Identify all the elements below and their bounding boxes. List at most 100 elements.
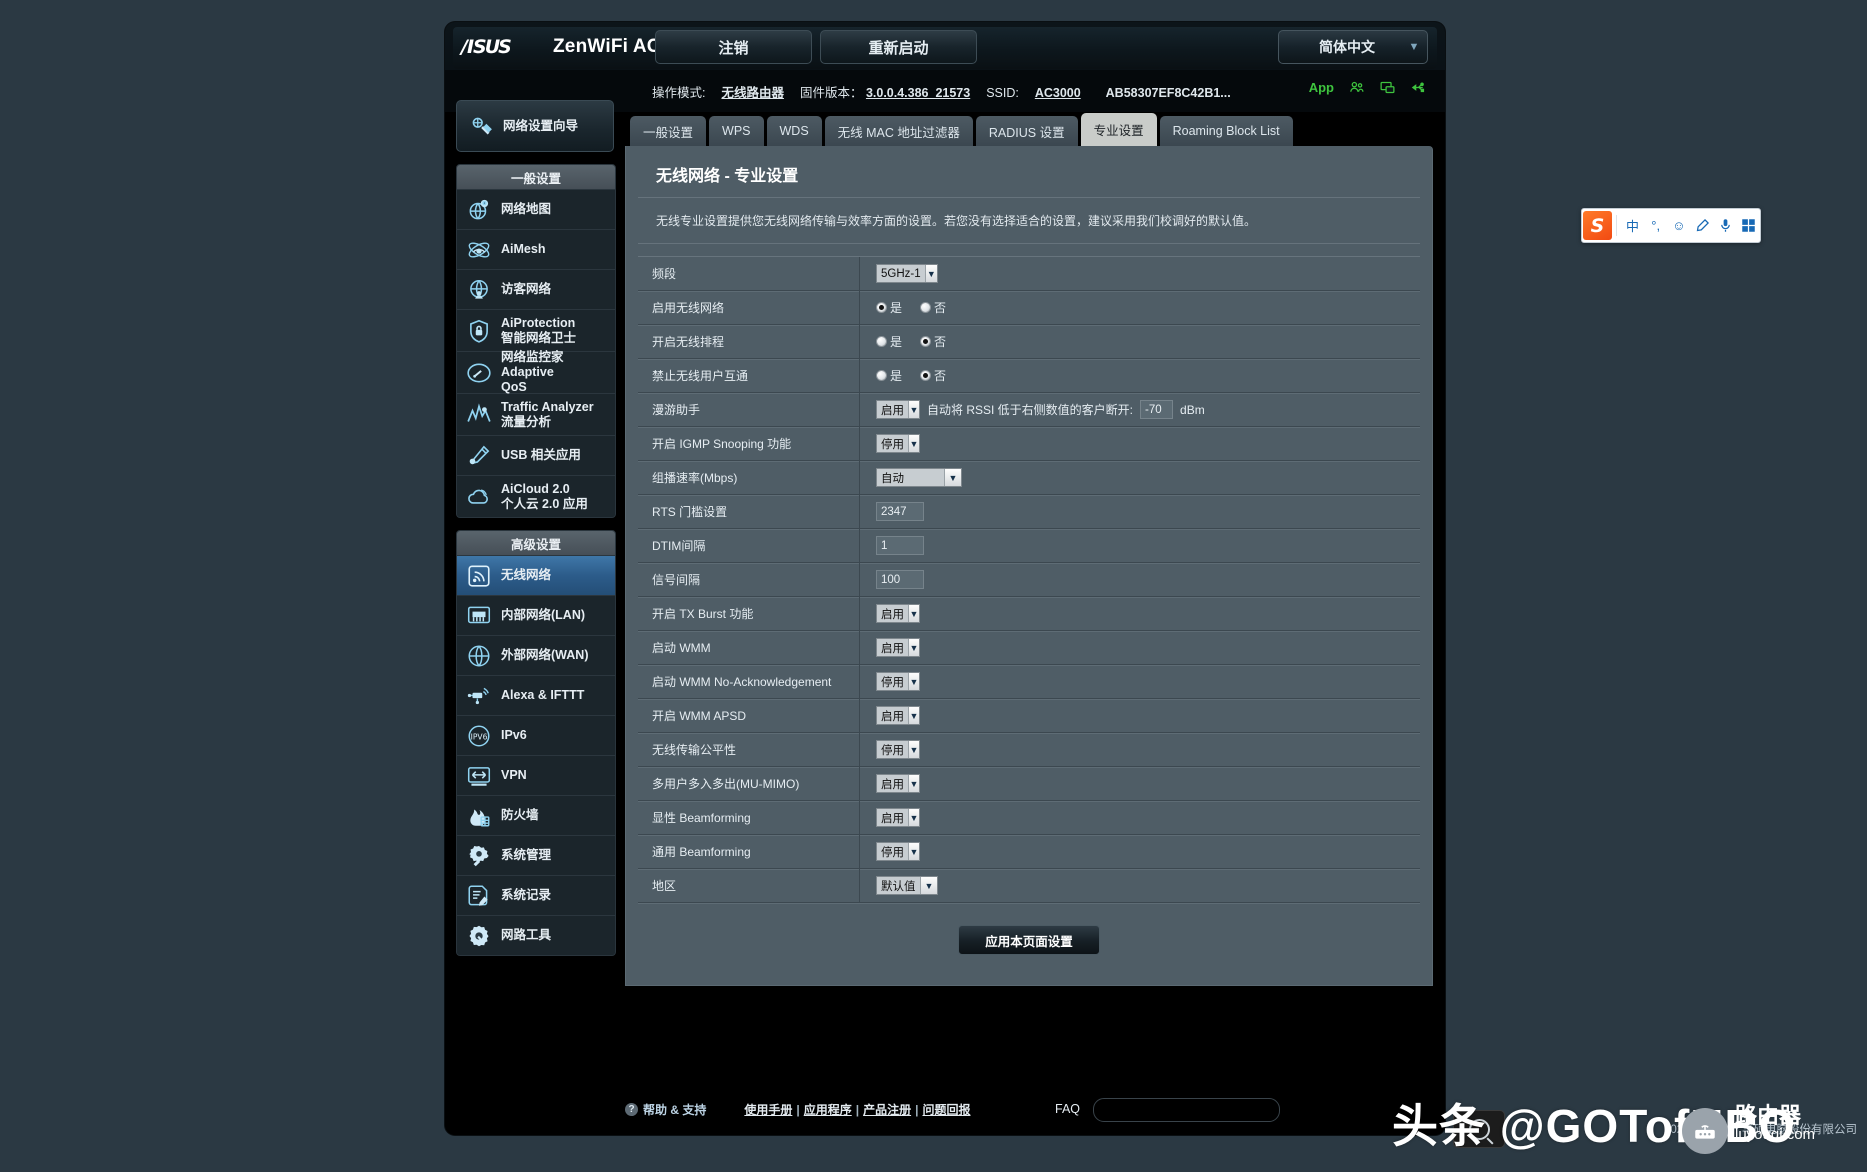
radio-yes[interactable] — [876, 302, 887, 313]
sidebar-item-aiprotection[interactable]: AiProtection智能网络卫士 — [457, 309, 615, 351]
link-product-registration[interactable]: 产品注册 — [863, 1103, 911, 1117]
sidebar-item-wan[interactable]: 外部网络(WAN) — [457, 635, 615, 675]
op-mode-value[interactable]: 无线路由器 — [721, 86, 784, 100]
explicit-beamforming-select[interactable]: 启用 ▼ — [876, 808, 920, 827]
link-feedback[interactable]: 问题回报 — [922, 1103, 970, 1117]
universal-beamforming-value: 停用 — [877, 844, 908, 860]
sidebar-item-label: 网络监控家 AdaptiveQoS — [501, 350, 615, 394]
radio-yes[interactable] — [876, 336, 887, 347]
setting-row-multicast-rate: 组播速率(Mbps) 自动 ▼ — [638, 461, 1420, 495]
usb-devices-icon[interactable] — [1379, 79, 1396, 96]
sidebar-item-usb-application[interactable]: USB 相关应用 — [457, 435, 615, 475]
rts-threshold-input[interactable]: 2347 — [876, 502, 924, 521]
sidebar-item-network-tools[interactable]: 网路工具 — [457, 915, 615, 955]
reboot-button[interactable]: 重新启动 — [820, 30, 977, 64]
sogou-logo-icon[interactable]: S — [1583, 211, 1612, 240]
mu-mimo-select[interactable]: 启用 ▼ — [876, 774, 920, 793]
multicast-rate-select[interactable]: 自动 ▼ — [876, 468, 962, 487]
sidebar-item-alexa-ifttt[interactable]: Alexa & IFTTT — [457, 675, 615, 715]
sidebar-item-traffic-analyzer[interactable]: Traffic Analyzer流量分析 — [457, 393, 615, 435]
sidebar-item-label: AiMesh — [501, 242, 545, 257]
airtime-fairness-select[interactable]: 停用 ▼ — [876, 740, 920, 759]
app-link[interactable]: App — [1309, 80, 1334, 95]
help-support[interactable]: ? 帮助 & 支持 — [625, 1101, 706, 1118]
tab-wireless-mac-filter[interactable]: 无线 MAC 地址过滤器 — [825, 116, 973, 146]
sidebar-item-adaptive-qos[interactable]: 网络监控家 AdaptiveQoS — [457, 351, 615, 393]
enable-wireless-no[interactable]: 否 — [920, 299, 946, 316]
scheduler-no[interactable]: 否 — [920, 333, 946, 350]
usb-icon[interactable] — [1410, 79, 1427, 96]
sidebar-item-administration[interactable]: 系统管理 — [457, 835, 615, 875]
aiprotection-icon — [465, 317, 493, 345]
radio-yes-label: 是 — [890, 299, 902, 316]
logout-button[interactable]: 注销 — [655, 30, 812, 64]
radio-no[interactable] — [920, 302, 931, 313]
igmp-snooping-select[interactable]: 停用 ▼ — [876, 434, 920, 453]
radio-no[interactable] — [920, 370, 931, 381]
setting-label: 开启 TX Burst 功能 — [638, 597, 860, 630]
sidebar-item-guest-network[interactable]: 访客网络 — [457, 269, 615, 309]
sidebar-item-setup-wizard[interactable]: 网络设置向导 — [456, 100, 614, 152]
sidebar-item-vpn[interactable]: VPN — [457, 755, 615, 795]
dtim-interval-input[interactable]: 1 — [876, 536, 924, 555]
chevron-down-icon: ▼ — [908, 673, 919, 690]
sidebar-item-wireless[interactable]: 无线网络 — [457, 555, 615, 595]
clients-icon[interactable] — [1348, 79, 1365, 96]
ime-emoji-icon[interactable]: ☺ — [1667, 213, 1690, 238]
faq-search-input[interactable] — [1093, 1098, 1280, 1122]
ime-pen-icon[interactable] — [1690, 213, 1713, 238]
band-select[interactable]: 5GHz-1 ▼ — [876, 264, 938, 283]
setting-row-explicit-beamforming: 显性 Beamforming 启用 ▼ — [638, 801, 1420, 835]
rssi-threshold-input[interactable]: -70 — [1140, 400, 1173, 419]
setting-value: 启用 ▼ — [860, 801, 1420, 834]
language-selector[interactable]: 简体中文 ▼ — [1278, 30, 1428, 64]
sidebar-item-label: AiCloud 2.0个人云 2.0 应用 — [501, 482, 588, 512]
setting-value: 5GHz-1 ▼ — [860, 257, 1420, 290]
tab-professional[interactable]: 专业设置 — [1081, 113, 1157, 146]
firmware-value[interactable]: 3.0.0.4.386_21573 — [866, 86, 970, 100]
wmm-select[interactable]: 启用 ▼ — [876, 638, 920, 657]
ime-input-mode-icon[interactable]: 中 — [1621, 213, 1644, 238]
sidebar-item-ipv6[interactable]: IPV6 IPv6 — [457, 715, 615, 755]
setting-label: 启动 WMM No-Acknowledgement — [638, 665, 860, 698]
setting-label: 组播速率(Mbps) — [638, 461, 860, 494]
tab-roaming-block-list[interactable]: Roaming Block List — [1160, 116, 1293, 146]
intra-bss-yes[interactable]: 是 — [876, 367, 902, 384]
sidebar: 网络设置向导 一般设置 网络地图 — [456, 100, 616, 956]
link-manual[interactable]: 使用手册 — [744, 1103, 792, 1117]
sidebar-item-lan[interactable]: 内部网络(LAN) — [457, 595, 615, 635]
ssid-value-primary[interactable]: AC3000 — [1035, 86, 1081, 100]
product-name: ZenWiFi AC — [553, 36, 661, 58]
sidebar-item-firewall[interactable]: 防火墙 — [457, 795, 615, 835]
ime-panel-grid-icon[interactable] — [1737, 213, 1760, 238]
universal-beamforming-select[interactable]: 停用 ▼ — [876, 842, 920, 861]
radio-no[interactable] — [920, 336, 931, 347]
ime-mic-icon[interactable] — [1714, 213, 1737, 238]
luyouqi-logo-icon — [1682, 1108, 1728, 1154]
region-select[interactable]: 默认值 ▼ — [876, 876, 938, 895]
tab-wds[interactable]: WDS — [767, 116, 822, 146]
tx-burst-select[interactable]: 启用 ▼ — [876, 604, 920, 623]
sidebar-item-aicloud[interactable]: AiCloud 2.0个人云 2.0 应用 — [457, 475, 615, 517]
radio-yes[interactable] — [876, 370, 887, 381]
setting-value: 启用 ▼ — [860, 767, 1420, 800]
wmm-apsd-select[interactable]: 启用 ▼ — [876, 706, 920, 725]
router-admin-window: /ISUS ZenWiFi AC 注销 重新启动 简体中文 ▼ 操作模式: 无线… — [445, 22, 1445, 1135]
beacon-interval-input[interactable]: 100 — [876, 570, 924, 589]
sidebar-item-aimesh[interactable]: AiMesh — [457, 229, 615, 269]
intra-bss-no[interactable]: 否 — [920, 367, 946, 384]
link-utility[interactable]: 应用程序 — [804, 1103, 852, 1117]
ime-punctuation-icon[interactable]: °, — [1644, 213, 1667, 238]
sogou-ime-toolbar: S 中 °, ☺ — [1581, 208, 1761, 243]
apply-settings-button[interactable]: 应用本页面设置 — [958, 925, 1100, 955]
tab-radius[interactable]: RADIUS 设置 — [976, 116, 1078, 146]
scheduler-yes[interactable]: 是 — [876, 333, 902, 350]
tab-general[interactable]: 一般设置 — [630, 116, 706, 146]
tab-wps[interactable]: WPS — [709, 116, 763, 146]
sidebar-item-network-map[interactable]: 网络地图 — [457, 189, 615, 229]
roaming-assistant-select[interactable]: 启用 ▼ — [876, 400, 920, 419]
sidebar-item-system-log[interactable]: 系统记录 — [457, 875, 615, 915]
enable-wireless-yes[interactable]: 是 — [876, 299, 902, 316]
sidebar-group-general: 一般设置 网络地图 — [456, 164, 616, 518]
wmm-no-ack-select[interactable]: 停用 ▼ — [876, 672, 920, 691]
